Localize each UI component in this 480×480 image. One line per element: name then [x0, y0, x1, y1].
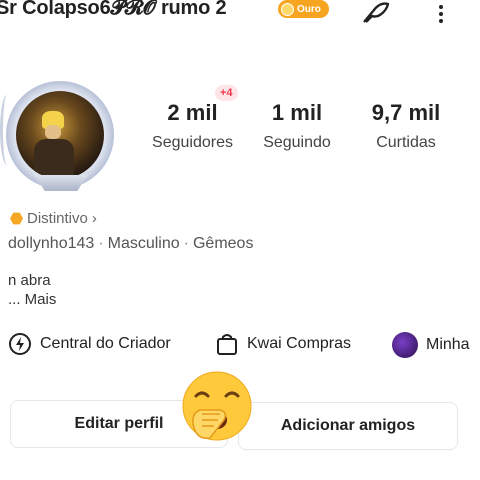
creator-center-shortcut[interactable]: Central do Criador — [8, 332, 171, 356]
avatar-photo — [16, 91, 104, 179]
user-info: dollynho143 · Masculino · Gêmeos — [8, 235, 253, 253]
mine-label: Minha — [426, 336, 470, 353]
bio-text: n abra — [8, 272, 51, 289]
badge-link[interactable]: Distintivo › — [10, 210, 97, 227]
rank-badge-label: Ouro — [297, 3, 321, 15]
add-friends-button[interactable]: Adicionar amigos — [238, 402, 458, 450]
avatar-icon — [392, 332, 418, 358]
gold-coin-icon — [281, 2, 294, 16]
kwai-shop-shortcut[interactable]: Kwai Compras — [215, 332, 351, 356]
badge-hex-icon — [10, 212, 23, 225]
creator-center-label: Central do Criador — [40, 335, 171, 352]
profile-name: Sr Colapso6𝓟𝓡𝓞 rumo 2 — [0, 0, 227, 19]
new-followers-badge: +4 — [215, 85, 238, 101]
followers-stat[interactable]: 2 mil Seguidores — [145, 100, 240, 152]
mine-shortcut[interactable]: Minha — [392, 332, 470, 358]
chevron-right-icon: › — [91, 210, 97, 227]
avatar-frame-base — [34, 175, 88, 191]
following-count: 1 mil — [271, 100, 323, 125]
following-label: Seguindo — [263, 134, 331, 151]
badge-link-label: Distintivo — [27, 210, 88, 227]
zodiac-sign: Gêmeos — [192, 235, 254, 252]
likes-count: 9,7 mil — [371, 100, 441, 125]
top-bar: Sr Colapso6𝓟𝓡𝓞 rumo 2 Ouro — [0, 0, 480, 28]
followers-label: Seguidores — [152, 134, 233, 151]
lightning-circle-icon — [9, 333, 31, 355]
yawning-face-emoji — [182, 371, 252, 441]
followers-count: 2 mil — [167, 100, 218, 125]
shopping-bag-icon — [217, 334, 237, 355]
shortcut-bar: Central do Criador Kwai Compras Minha — [0, 332, 480, 364]
bio-more-link[interactable]: ... Mais — [8, 291, 56, 308]
likes-label: Curtidas — [376, 134, 436, 151]
avatar[interactable] — [0, 75, 122, 195]
username: dollynho143 — [8, 235, 95, 252]
following-stat[interactable]: 1 mil Seguindo — [257, 100, 337, 152]
gender: Masculino — [107, 235, 180, 252]
more-vertical-icon[interactable] — [432, 2, 450, 26]
likes-stat[interactable]: 9,7 mil Curtidas — [363, 100, 449, 152]
avatar-frame-wing — [0, 95, 14, 165]
profile-stats: 2 mil Seguidores 1 mil Seguindo 9,7 mil … — [145, 100, 475, 170]
feather-icon[interactable] — [360, 0, 392, 24]
separator: · — [183, 235, 189, 252]
separator: · — [98, 235, 104, 252]
kwai-shop-label: Kwai Compras — [247, 335, 352, 352]
rank-badge[interactable]: Ouro — [278, 0, 329, 18]
